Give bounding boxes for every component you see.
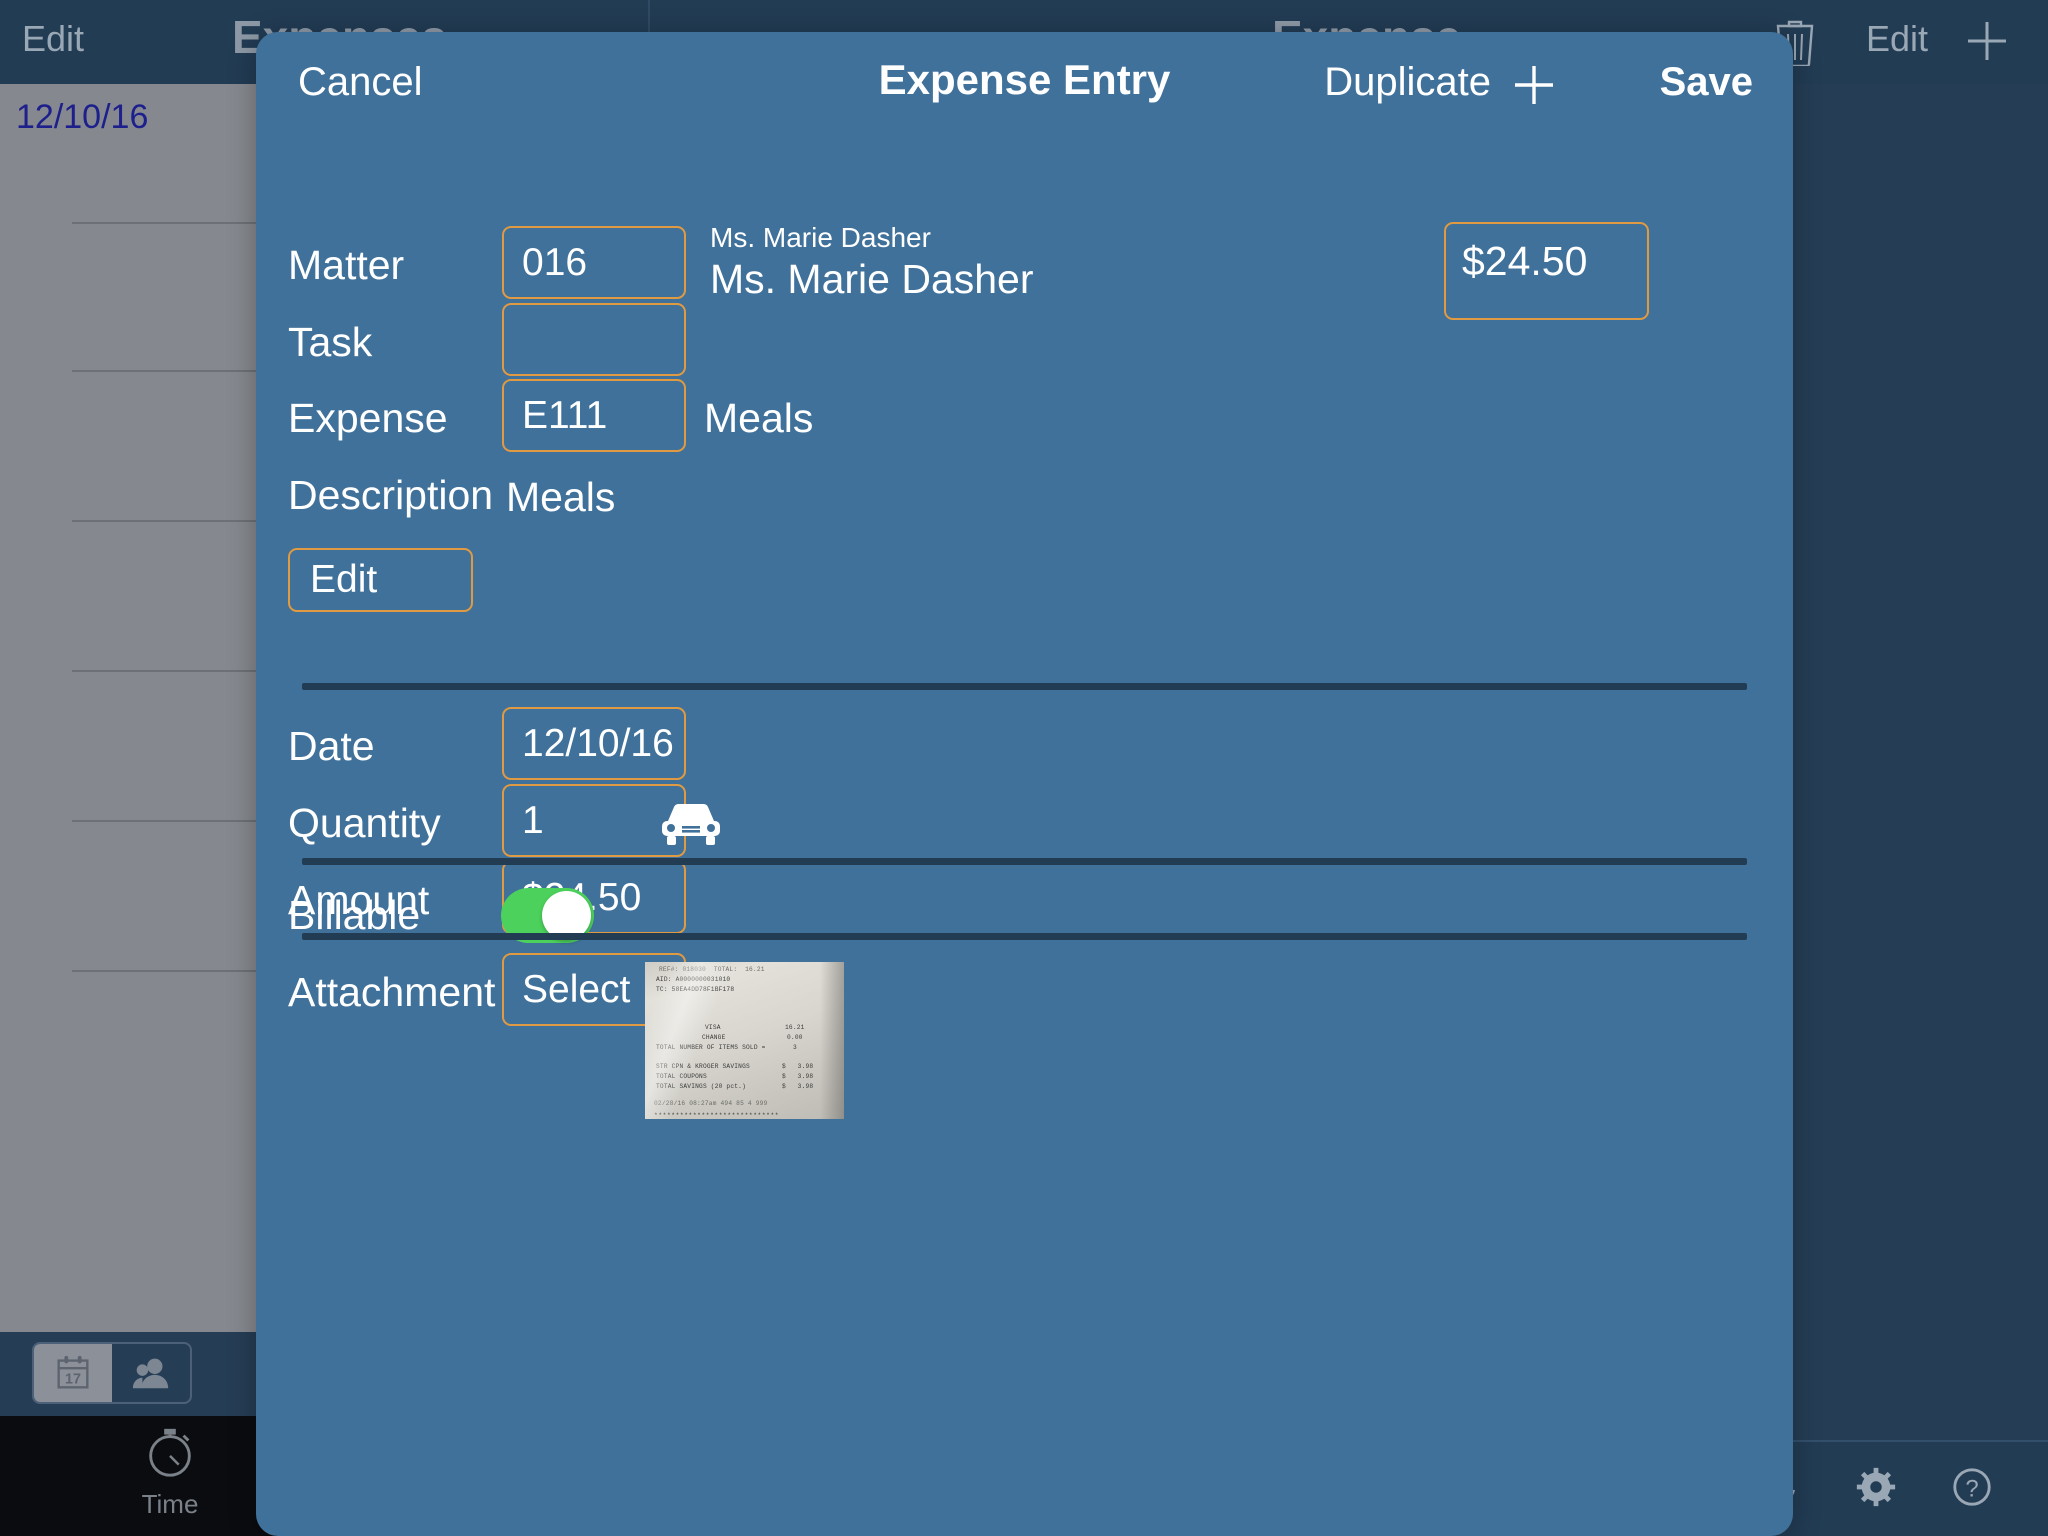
tab-time[interactable]: Time <box>90 1424 250 1520</box>
receipt-line-tc: TC: 58EA4DD78F1BF178 <box>656 986 735 993</box>
task-label: Task <box>288 319 373 365</box>
matter-input[interactable]: 016 <box>502 226 686 299</box>
receipt-timestamp: 02/28/16 08:27am 494 85 4 999 <box>654 1100 768 1107</box>
receipt-change-value: 0.00 <box>787 1034 803 1041</box>
receipt-items-value: 3 <box>793 1044 797 1051</box>
expense-name: Meals <box>704 395 814 441</box>
receipt-edge-shadow <box>820 962 844 1119</box>
billable-label: Billable <box>288 892 421 938</box>
gear-icon[interactable] <box>1854 1465 1898 1514</box>
svg-text:17: 17 <box>65 1372 81 1388</box>
date-label: Date <box>288 723 375 769</box>
receipt-coupons-label: TOTAL COUPONS <box>656 1073 707 1080</box>
receipt-visa-label: VISA <box>705 1024 721 1031</box>
receipt-coupons-value: $ 3.98 <box>782 1073 814 1080</box>
screen: 12/10/16 Edit Expenses Expense <box>0 0 2048 1536</box>
matter-client-small: Ms. Marie Dasher <box>710 222 931 253</box>
receipt-change-label: CHANGE <box>702 1034 726 1041</box>
edit-description-button[interactable]: Edit <box>288 548 473 612</box>
receipt-thumbnail[interactable]: REF#: 018030 TOTAL: 16.21 AID: A00000000… <box>645 962 844 1119</box>
stopwatch-icon <box>149 1428 191 1477</box>
description-label: Description <box>288 472 494 518</box>
receipt-strcpn-label: STR CPN & KROGER SAVINGS <box>656 1063 750 1070</box>
background-edit-button-left[interactable]: Edit <box>22 18 84 60</box>
expense-code-input[interactable]: E111 <box>502 379 686 452</box>
matter-label: Matter <box>288 242 405 288</box>
list-item-date[interactable]: 12/10/16 <box>16 98 148 137</box>
modal-body: Matter 016 Ms. Marie Dasher Ms. Marie Da… <box>256 140 1793 1536</box>
save-button[interactable]: Save <box>1660 60 1753 105</box>
total-amount-box[interactable]: $24.50 <box>1444 222 1649 320</box>
expense-entry-modal: Cancel Expense Entry Duplicate Save Matt… <box>256 32 1793 1536</box>
plus-icon[interactable] <box>1511 62 1557 108</box>
attachment-label: Attachment <box>288 969 496 1015</box>
receipt-items-label: TOTAL NUMBER OF ITEMS SOLD = <box>656 1044 766 1051</box>
modal-header: Cancel Expense Entry Duplicate Save <box>256 32 1793 140</box>
people-icon <box>132 1358 169 1389</box>
segmented-control[interactable]: 17 <box>32 1342 192 1404</box>
background-edit-button-right[interactable]: Edit <box>1866 18 1928 60</box>
total-amount-value: $24.50 <box>1462 238 1588 284</box>
duplicate-button[interactable]: Duplicate <box>1324 60 1491 105</box>
matter-client-large: Ms. Marie Dasher <box>710 256 1034 302</box>
attachment-select-label: Select <box>522 967 631 1011</box>
receipt-line-ref: REF#: 018030 TOTAL: 16.21 <box>659 966 765 973</box>
section-divider <box>302 933 1747 940</box>
calendar-17-icon: 17 <box>57 1355 89 1389</box>
svg-text:?: ? <box>1965 1475 1978 1502</box>
receipt-strcpn-value: $ 3.98 <box>782 1063 814 1070</box>
segment-people[interactable] <box>112 1344 190 1402</box>
date-value: 12/10/16 <box>522 721 674 765</box>
receipt-savings-value: $ 3.98 <box>782 1083 814 1090</box>
receipt-stars: ***************************** <box>654 1112 780 1119</box>
description-value: Meals <box>506 474 616 520</box>
date-input[interactable]: 12/10/16 <box>502 707 686 780</box>
receipt-savings-label: TOTAL SAVINGS (20 pct.) <box>656 1083 747 1090</box>
tab-time-label: Time <box>141 1489 199 1519</box>
edit-description-label: Edit <box>310 558 378 601</box>
expense-label: Expense <box>288 395 448 441</box>
matter-value: 016 <box>522 240 588 284</box>
plus-icon[interactable] <box>1962 16 2012 66</box>
section-divider <box>302 683 1747 690</box>
modal-title: Expense Entry <box>878 56 1171 103</box>
expense-code-value: E111 <box>522 393 608 437</box>
car-icon[interactable] <box>658 795 724 849</box>
receipt-line-aid: AID: A0000000031010 <box>656 976 731 983</box>
quantity-value: 1 <box>522 798 544 842</box>
segment-calendar[interactable]: 17 <box>34 1344 112 1402</box>
quantity-label: Quantity <box>288 800 441 846</box>
task-input[interactable] <box>502 303 686 376</box>
receipt-visa-value: 16.21 <box>785 1024 805 1031</box>
section-divider <box>302 858 1747 865</box>
help-icon[interactable]: ? <box>1950 1465 1994 1514</box>
